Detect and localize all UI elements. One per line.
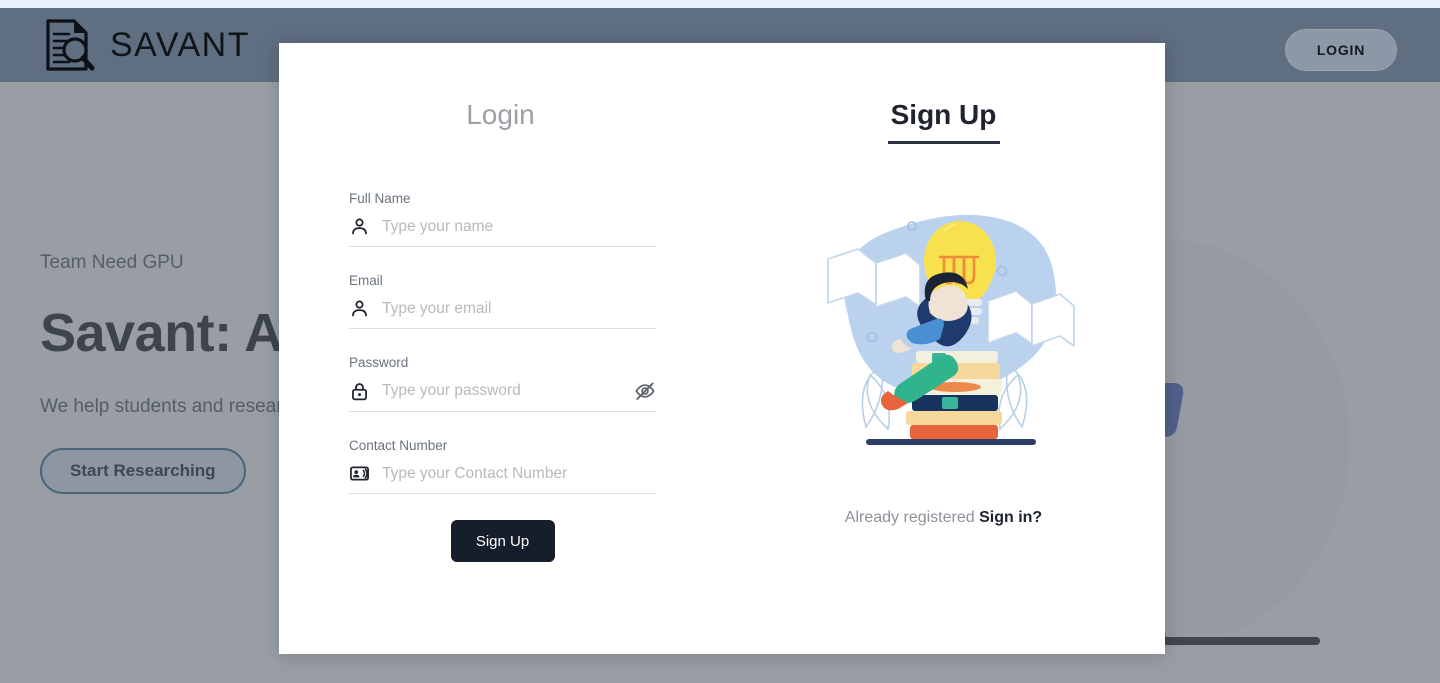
auth-illustration-pane: Sign Up Already registered Sign in? [722,43,1165,654]
person-icon [352,300,367,317]
login-button[interactable]: LOGIN [1285,29,1397,71]
field-email: Email [349,273,656,329]
full-name-label: Full Name [349,191,411,206]
top-accent-strip [0,0,1440,8]
full-name-input[interactable] [382,217,656,236]
tab-login[interactable]: Login [279,101,722,129]
email-label: Email [349,273,383,288]
field-full-name: Full Name [349,191,656,247]
auth-form-pane: Login Full Name Email [279,43,722,654]
password-input[interactable] [382,382,622,400]
auth-modal: Login Full Name Email [279,43,1165,654]
sign-up-button[interactable]: Sign Up [450,520,555,562]
brand[interactable]: SAVANT [44,18,250,72]
contact-number-input[interactable] [382,464,656,483]
submit-row: Sign Up [349,520,656,562]
person-reading-on-books-illustration [826,214,1075,445]
email-input[interactable] [382,299,656,318]
field-password: Password [349,355,656,412]
brand-name: SAVANT [110,26,250,64]
tab-signup[interactable]: Sign Up [722,101,1165,129]
signup-form: Full Name Email [349,191,656,562]
signin-prompt: Already registered Sign in? [722,509,1165,527]
contact-number-label: Contact Number [349,438,448,453]
sign-in-link[interactable]: Sign in? [979,509,1042,526]
lock-icon [352,382,367,400]
contact-card-icon [350,466,369,481]
password-label: Password [349,355,409,370]
signin-prompt-text: Already registered [844,509,975,526]
eye-off-icon[interactable] [634,380,656,402]
active-tab-underline [887,141,1000,144]
person-icon [352,218,367,235]
document-search-icon [46,19,95,71]
field-contact-number: Contact Number [349,438,656,494]
